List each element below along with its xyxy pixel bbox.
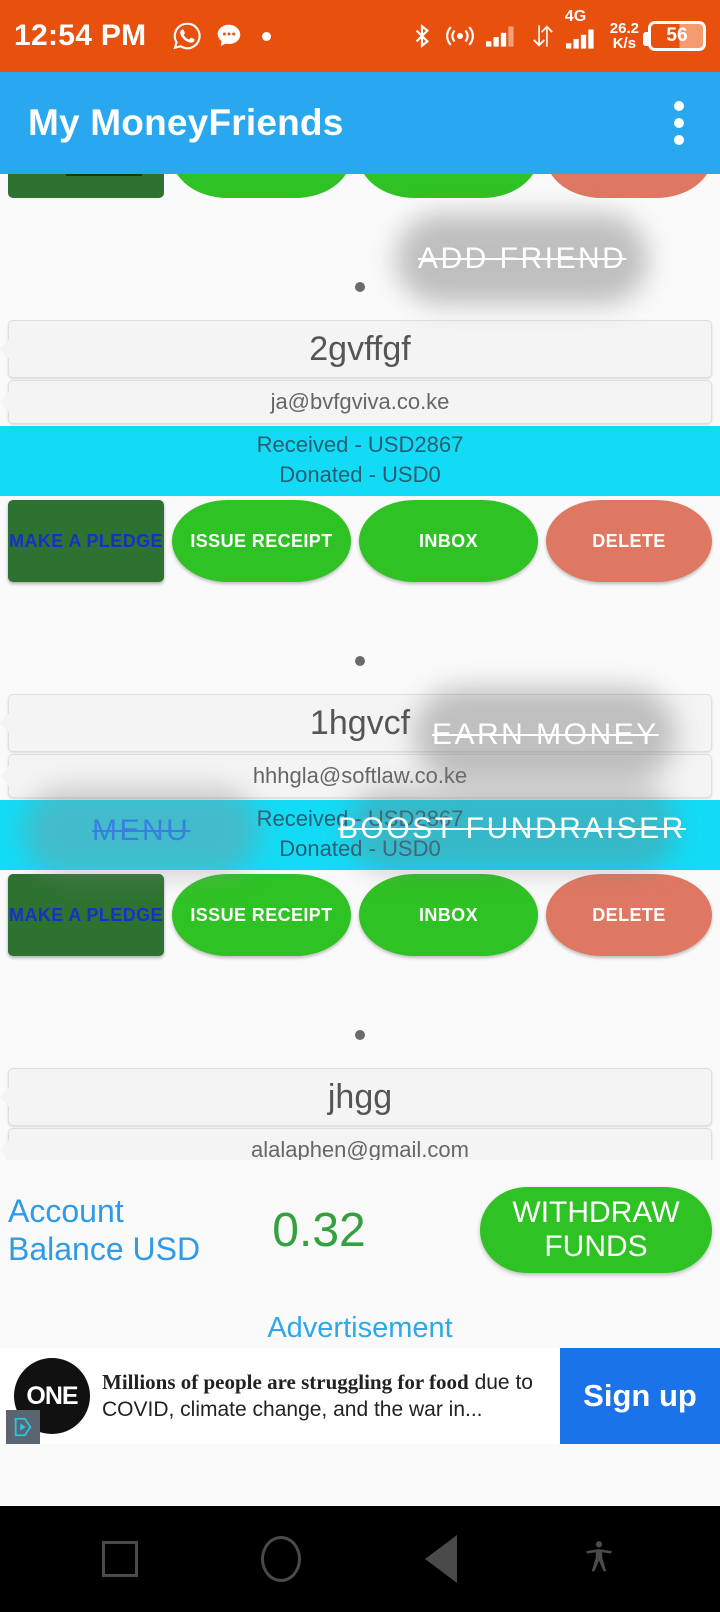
account-balance-bar: Account Balance USD 0.32 WITHDRAW FUNDS xyxy=(0,1160,720,1300)
overflow-dot xyxy=(674,118,684,128)
withdraw-label-line2: FUNDS xyxy=(544,1230,648,1263)
delete-button-partial[interactable] xyxy=(546,174,712,198)
friend-name-field[interactable]: 2gvffgf xyxy=(8,320,712,378)
friend-totals: Received - USD2867 Donated - USD0 xyxy=(0,426,720,496)
balance-value: 0.32 xyxy=(272,1203,366,1257)
friend-card: 1hgvcf hhhgla@softlaw.co.ke Received - U… xyxy=(0,656,720,956)
partial-card-buttons xyxy=(0,174,720,198)
friend-email: alalaphen@gmail.com xyxy=(250,1137,469,1160)
balance-label: Account Balance USD xyxy=(8,1192,218,1268)
card-separator-dot xyxy=(355,282,365,292)
friend-email: hhhgla@softlaw.co.ke xyxy=(252,763,468,788)
notification-dot-icon xyxy=(262,31,272,41)
friend-name-field[interactable]: 1hgvcf xyxy=(8,694,712,752)
status-bar-right: 4G 26.2 K/s 56 xyxy=(409,9,706,53)
ad-signup-button[interactable]: Sign up xyxy=(560,1348,720,1444)
status-bar-clock: 12:54 PM xyxy=(14,19,147,52)
inbox-button[interactable]: INBOX xyxy=(359,874,538,956)
balance-label-line1: Account xyxy=(8,1193,124,1229)
friend-name: 1hgvcf xyxy=(309,703,411,742)
recents-square-icon[interactable] xyxy=(101,1541,138,1577)
advertisement-heading: Advertisement xyxy=(267,1312,453,1344)
network-4g-signal-icon: 4G xyxy=(565,9,601,53)
overflow-dot xyxy=(674,135,684,145)
friend-name-field[interactable]: jhgg xyxy=(8,1068,712,1126)
friends-list[interactable]: 2gvffgf ja@bvfgviva.co.ke Received - USD… xyxy=(0,174,720,1160)
data-transfer-icon xyxy=(530,21,556,51)
friend-name: jhgg xyxy=(327,1077,393,1116)
inbox-button[interactable]: INBOX xyxy=(359,500,538,582)
card-separator-dot xyxy=(355,656,365,666)
card-separator-dot xyxy=(355,1030,365,1040)
make-a-pledge-button[interactable]: MAKE A PLEDGE xyxy=(8,874,164,956)
status-bar-left: 12:54 PM xyxy=(14,19,272,53)
status-bar: 12:54 PM 4G 26.2 K/s 56 xyxy=(0,0,720,72)
card-action-row: MAKE A PLEDGE ISSUE RECEIPT INBOX DELETE xyxy=(0,870,720,956)
friend-name: 2gvffgf xyxy=(309,329,411,368)
friend-totals: Received - USD2867 Donated - USD0 xyxy=(0,800,720,870)
bluetooth-icon xyxy=(409,21,435,51)
donated-amount: Donated - USD0 xyxy=(279,462,441,487)
donated-amount: Donated - USD0 xyxy=(279,836,441,861)
page-title: My MoneyFriends xyxy=(28,102,344,143)
inbox-button-partial[interactable] xyxy=(359,174,538,198)
friend-email-field[interactable]: alalaphen@gmail.com xyxy=(8,1128,712,1160)
adchoices-icon[interactable] xyxy=(6,1410,40,1444)
system-navigation-bar xyxy=(0,1506,720,1612)
advertisement-banner[interactable]: ONE Millions of people are struggling fo… xyxy=(0,1348,720,1444)
data-speed-indicator: 26.2 K/s xyxy=(610,21,639,51)
overflow-dot xyxy=(674,101,684,111)
overflow-menu-icon[interactable] xyxy=(666,93,692,153)
issue-receipt-button[interactable]: ISSUE RECEIPT xyxy=(172,874,351,956)
messages-icon xyxy=(214,21,244,51)
advertisement-copy: Millions of people are struggling for fo… xyxy=(102,1369,560,1423)
friend-card: jhgg alalaphen@gmail.com Received - USD2… xyxy=(0,1030,720,1160)
friend-card: 2gvffgf ja@bvfgviva.co.ke Received - USD… xyxy=(0,282,720,582)
withdraw-label-line1: WITHDRAW xyxy=(512,1196,680,1229)
received-amount: Received - USD2867 xyxy=(256,432,464,457)
balance-label-line2: Balance USD xyxy=(8,1231,201,1267)
friend-email-field[interactable]: ja@bvfgviva.co.ke xyxy=(8,380,712,424)
friend-email-field[interactable]: hhhgla@softlaw.co.ke xyxy=(8,754,712,798)
battery-indicator: 56 xyxy=(643,21,706,51)
data-speed-unit: K/s xyxy=(612,35,637,52)
phone-screen: 12:54 PM 4G 26.2 K/s 56 My MoneyFriends … xyxy=(0,0,720,1612)
ad-copy-bold: Millions of people are struggling for fo… xyxy=(102,1370,469,1394)
back-triangle-icon[interactable] xyxy=(424,1535,457,1583)
friend-email: ja@bvfgviva.co.ke xyxy=(270,389,450,414)
receipt-button-partial[interactable] xyxy=(172,174,351,198)
accessibility-icon[interactable] xyxy=(580,1536,618,1583)
data-speed-value: 26.2 xyxy=(609,20,639,37)
pledge-button-partial[interactable] xyxy=(8,174,164,198)
issue-receipt-button[interactable]: ISSUE RECEIPT xyxy=(172,500,351,582)
card-action-row: MAKE A PLEDGE ISSUE RECEIPT INBOX DELETE xyxy=(0,496,720,582)
whatsapp-icon xyxy=(172,21,202,51)
delete-button[interactable]: DELETE xyxy=(546,500,712,582)
app-bar: My MoneyFriends xyxy=(0,72,720,174)
home-circle-icon[interactable] xyxy=(261,1536,302,1582)
delete-button[interactable]: DELETE xyxy=(546,874,712,956)
make-a-pledge-button[interactable]: MAKE A PLEDGE xyxy=(8,500,164,582)
hotspot-icon xyxy=(444,21,476,51)
signal-bars-icon xyxy=(485,21,521,51)
received-amount: Received - USD2867 xyxy=(256,806,464,831)
withdraw-funds-button[interactable]: WITHDRAW FUNDS xyxy=(480,1187,712,1273)
